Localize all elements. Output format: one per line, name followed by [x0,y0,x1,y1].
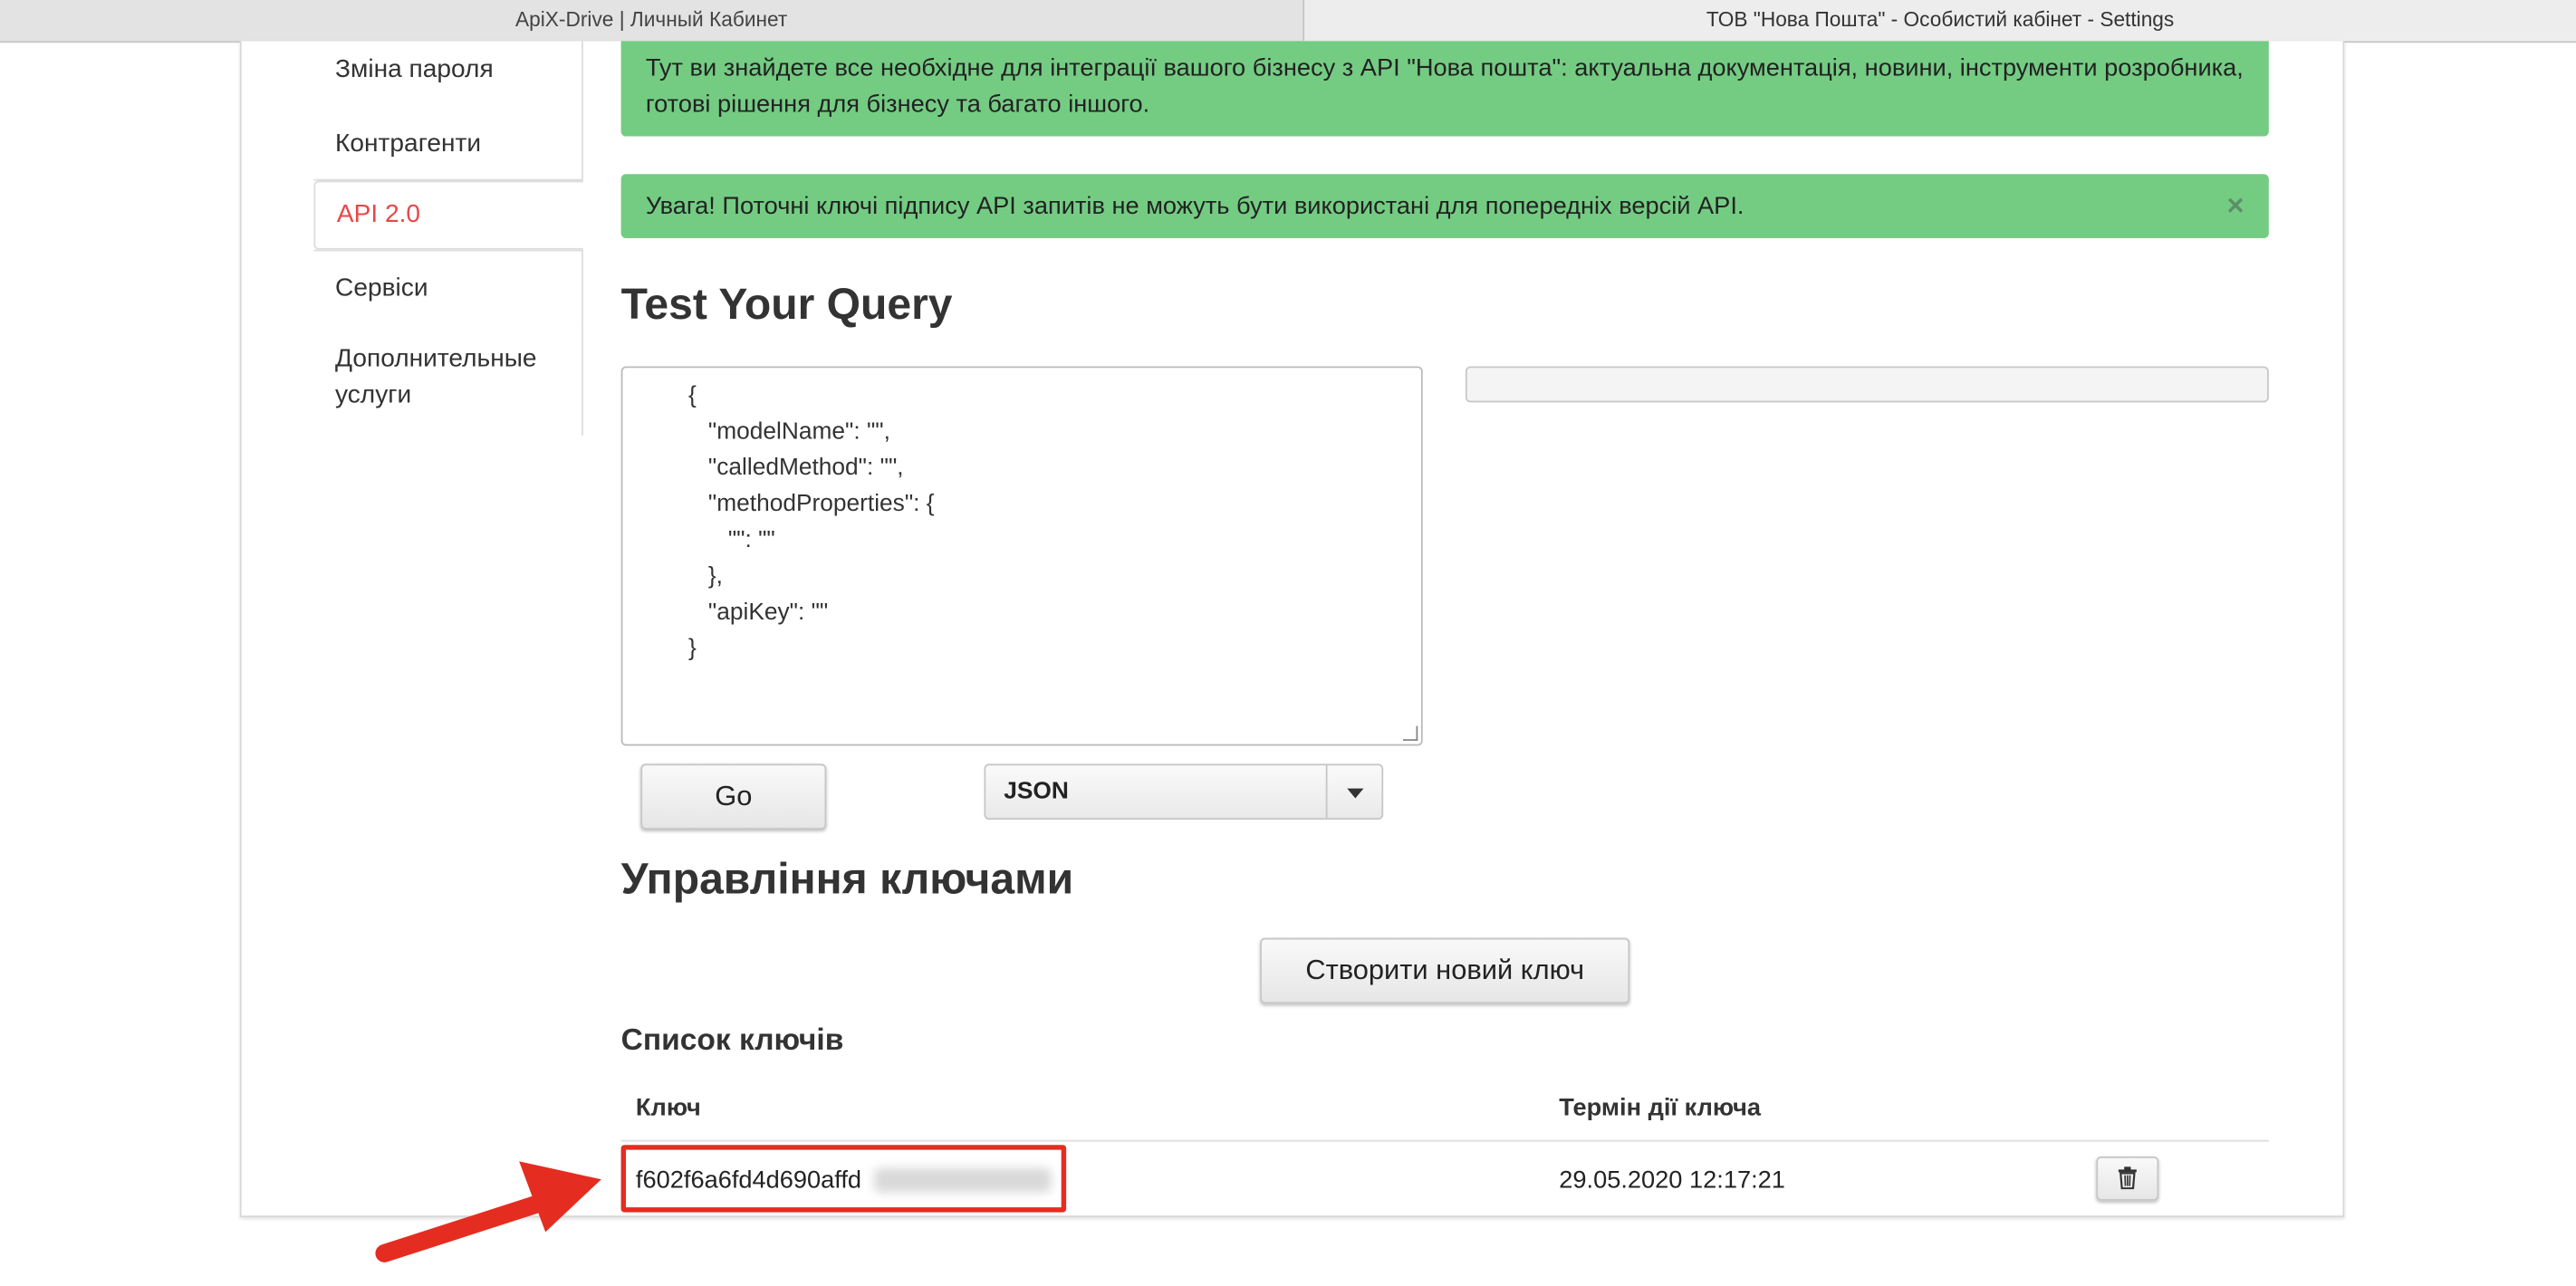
sidebar-item-services[interactable]: Сервіси [313,249,583,324]
key-management-title: Управління ключами [620,854,1074,904]
info-alert: Тут ви знайдете все необхідне для інтегр… [620,41,2269,137]
table-divider [620,1139,2269,1142]
api-key-value[interactable]: f602f6a6fd4d690affd [636,1166,861,1195]
browser-tab-nova-poshta[interactable]: ТОВ "Нова Пошта" - Особистий кабінет - S… [1304,0,2576,42]
format-select-value: JSON [1004,778,1069,805]
sidebar-item-additional-services[interactable]: Дополнительные услуги [313,323,583,436]
close-icon[interactable]: × [2227,174,2244,238]
go-button[interactable]: Go [640,763,827,830]
query-textarea[interactable]: { "modelName": "", "calledMethod": "", "… [620,366,1423,746]
column-header-key: Ключ [635,1093,701,1122]
resize-handle-icon[interactable] [1402,725,1418,742]
key-list-title: Список ключів [620,1022,844,1057]
query-code: { "modelName": "", "calledMethod": "", "… [687,382,935,662]
browser-tab-apix[interactable]: ApiX-Drive | Личный Кабинет [0,0,1305,42]
warning-alert: Увага! Поточні ключі підпису API запитів… [620,174,2269,238]
format-select[interactable]: JSON [984,763,1384,821]
sidebar-item-counterparties[interactable]: Контрагенти [313,106,583,181]
browser-tab-bar: ApiX-Drive | Личный Кабинет ТОВ "Нова По… [0,0,2576,43]
warning-alert-text: Увага! Поточні ключі підпису API запитів… [645,192,1745,221]
column-header-expires: Термін дії ключа [1559,1093,1762,1122]
query-result-field [1465,366,2269,403]
create-key-button[interactable]: Створити новий ключ [1260,937,1630,1004]
info-alert-text: Тут ви знайдете все необхідне для інтегр… [645,53,2244,119]
blurred-key-remainder [873,1167,1052,1193]
sidebar-item-change-password[interactable]: Зміна пароля [313,41,583,107]
trash-icon [2118,1166,2137,1190]
test-query-title: Test Your Query [620,279,953,329]
sidebar-item-api[interactable]: API 2.0 [313,180,583,250]
chevron-down-icon[interactable] [1325,765,1382,819]
red-arrow-annotation [375,1161,601,1262]
key-expiry-value: 29.05.2020 12:17:21 [1559,1166,1785,1195]
api-key-cell-highlight: f602f6a6fd4d690affd [620,1145,1067,1213]
delete-key-button[interactable] [2096,1156,2159,1201]
